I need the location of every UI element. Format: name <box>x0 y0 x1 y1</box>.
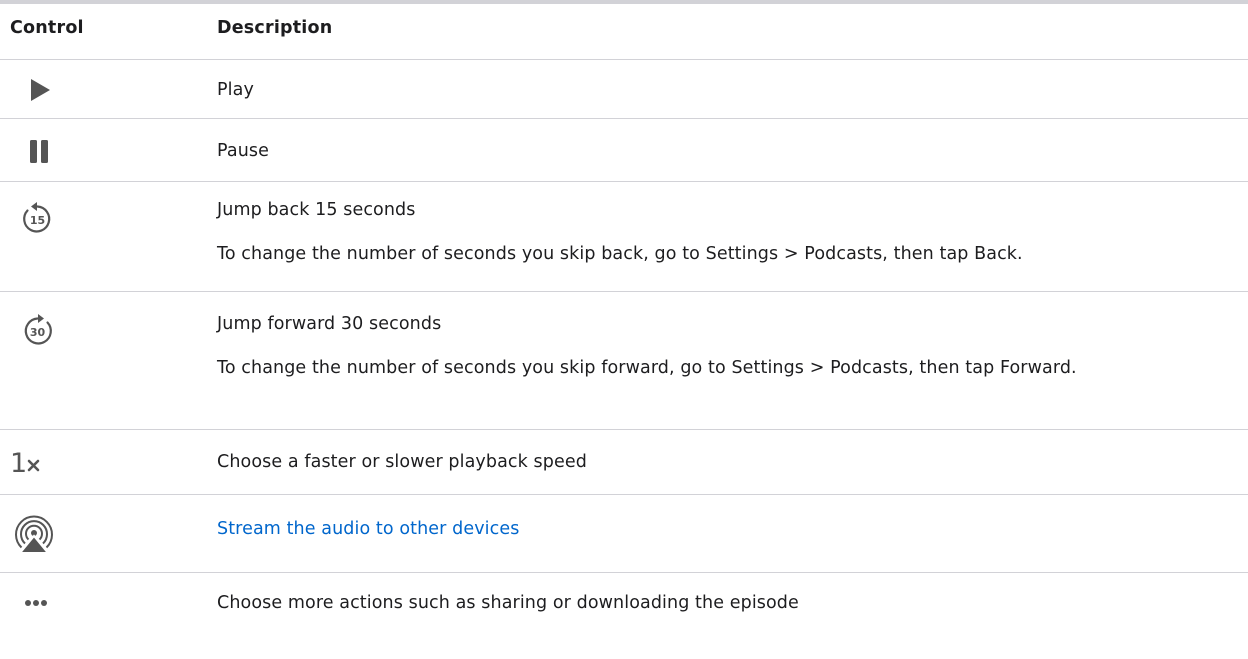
row-label: Pause <box>217 141 269 161</box>
row-description: Choose a faster or slower playback speed <box>217 446 1238 478</box>
row-label: Jump back 15 seconds <box>217 200 416 220</box>
skip-back-15-label: 15 <box>30 214 45 227</box>
table-row: Choose more actions such as sharing or d… <box>0 573 1248 633</box>
row-label: Choose more actions such as sharing or d… <box>217 593 799 613</box>
stream-audio-link[interactable]: Stream the audio to other devices <box>217 519 519 539</box>
row-note: To change the number of seconds you skip… <box>217 244 1023 264</box>
row-label: Choose a faster or slower playback speed <box>217 452 587 472</box>
controls-table: Control Description Play Pause 15 Jump b… <box>0 0 1248 633</box>
table-row: Stream the audio to other devices <box>0 495 1248 573</box>
header-control: Control <box>10 18 84 38</box>
row-description: Jump back 15 seconds To change the numbe… <box>217 194 1238 270</box>
row-description: Pause <box>217 135 1238 167</box>
row-label: Jump forward 30 seconds <box>217 314 442 334</box>
table-row: 30 Jump forward 30 seconds To change the… <box>0 292 1248 430</box>
pause-icon <box>10 139 200 165</box>
table-row: Pause <box>0 119 1248 182</box>
header-description: Description <box>217 18 333 38</box>
skip-forward-30-icon: 30 <box>10 311 200 347</box>
row-label: Play <box>217 80 254 100</box>
more-icon <box>10 593 200 613</box>
skip-back-15-icon: 15 <box>10 199 200 235</box>
airplay-audio-icon <box>10 515 200 555</box>
skip-forward-30-label: 30 <box>30 326 46 339</box>
table-header: Control Description <box>0 4 1248 60</box>
row-description: Play <box>217 74 1238 106</box>
row-description: Jump forward 30 seconds To change the nu… <box>217 308 1238 384</box>
row-note: To change the number of seconds you skip… <box>217 358 1077 378</box>
table-row: Play <box>0 60 1248 119</box>
row-description: Stream the audio to other devices <box>217 513 1238 545</box>
row-description: Choose more actions such as sharing or d… <box>217 587 1238 619</box>
play-icon <box>10 77 200 103</box>
table-row: 15 Jump back 15 seconds To change the nu… <box>0 182 1248 292</box>
table-row: 1 Choose a faster or slower playback spe… <box>0 430 1248 495</box>
playback-speed-icon: 1 <box>10 448 200 478</box>
playback-speed-value: 1 <box>10 448 27 478</box>
